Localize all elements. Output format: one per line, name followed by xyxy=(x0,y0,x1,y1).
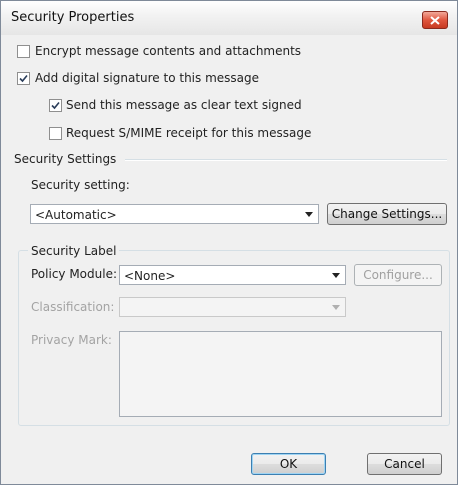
sign-label[interactable]: Add digital signature to this message xyxy=(35,71,259,85)
close-button[interactable] xyxy=(422,11,448,29)
close-x-icon xyxy=(430,15,440,25)
classification-dropdown[interactable] xyxy=(119,297,346,317)
smime-receipt-label[interactable]: Request S/MIME receipt for this message xyxy=(66,126,311,140)
smime-receipt-checkbox[interactable] xyxy=(49,127,62,140)
checkmark-icon xyxy=(51,101,60,110)
chevron-down-icon xyxy=(332,273,340,278)
policy-module-dropdown[interactable]: <None> xyxy=(119,265,346,285)
dialog-title: Security Properties xyxy=(11,10,135,25)
policy-module-label: Policy Module: xyxy=(31,267,118,281)
chevron-down-icon xyxy=(332,305,340,310)
classification-label: Classification: xyxy=(31,300,115,314)
section-divider xyxy=(125,159,447,161)
security-setting-dropdown[interactable]: <Automatic> xyxy=(30,204,319,224)
encrypt-checkbox[interactable] xyxy=(17,45,30,58)
security-setting-value: <Automatic> xyxy=(35,208,117,222)
configure-button[interactable]: Configure... xyxy=(354,264,442,286)
security-properties-dialog: Security Properties Encrypt message cont… xyxy=(0,0,458,485)
sign-checkbox[interactable] xyxy=(17,72,30,85)
privacy-mark-textarea[interactable] xyxy=(119,331,442,417)
security-settings-heading: Security Settings xyxy=(14,152,117,166)
encrypt-label[interactable]: Encrypt message contents and attachments xyxy=(35,44,301,58)
security-label-heading: Security Label xyxy=(28,244,120,258)
clear-text-checkbox[interactable] xyxy=(49,99,62,112)
chevron-down-icon xyxy=(305,212,313,217)
security-setting-label: Security setting: xyxy=(31,178,130,192)
ok-button[interactable]: OK xyxy=(251,453,326,475)
checkmark-icon xyxy=(19,74,28,83)
cancel-button[interactable]: Cancel xyxy=(367,453,442,475)
clear-text-label[interactable]: Send this message as clear text signed xyxy=(66,98,302,112)
privacy-mark-label: Privacy Mark: xyxy=(31,333,112,347)
policy-module-value: <None> xyxy=(124,269,176,283)
title-bar[interactable]: Security Properties xyxy=(1,1,457,35)
change-settings-button[interactable]: Change Settings... xyxy=(327,203,447,225)
